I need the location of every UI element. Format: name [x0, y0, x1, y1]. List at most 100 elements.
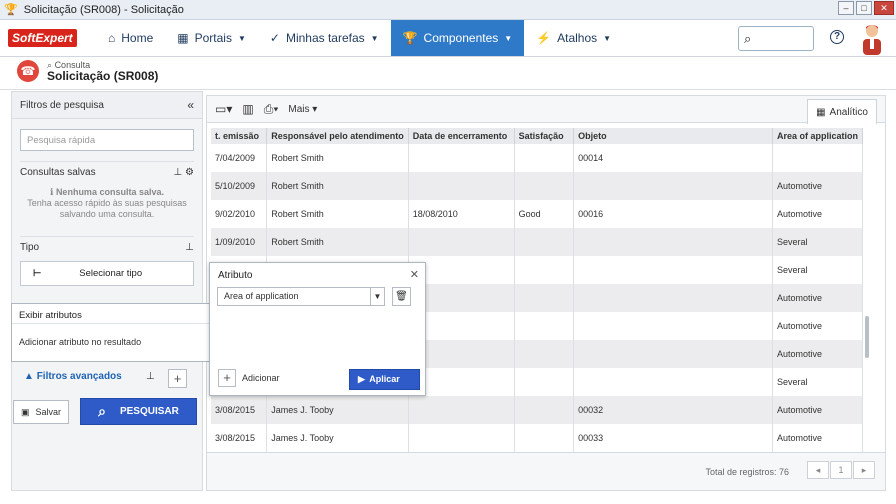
table-row[interactable]: 9/02/2010 Robert Smith 18/08/2010 Good 00016…	[211, 200, 864, 228]
table-row[interactable]: 5/10/2009 Robert Smith Automotive	[211, 172, 864, 200]
col-header[interactable]: t. emissão	[211, 128, 268, 144]
col-header[interactable]: Area of application	[772, 128, 864, 144]
table-cell	[514, 172, 575, 200]
dialog-body: Adicionar atributo no resultado	[19, 337, 142, 347]
tipo-label: Tipo	[20, 241, 40, 253]
table-row[interactable]: 3/08/2015 James J. Tooby 00032 Automotive	[211, 396, 864, 424]
col-header[interactable]: Responsável pelo atendimento	[266, 128, 409, 144]
caret-down-icon: ▼	[237, 33, 246, 43]
trash-icon[interactable]: 🗑	[392, 287, 411, 306]
results-toolbar: ▭▾ ▥ ⎙▾ Mais ▾	[207, 96, 885, 123]
global-search-input[interactable]: ⌕	[738, 26, 814, 51]
view-icon[interactable]: ▭▾	[215, 102, 232, 116]
bolt-icon: ⚡	[536, 31, 552, 45]
page-number[interactable]: 1	[830, 461, 852, 479]
prev-page-button[interactable]: ◂	[807, 461, 829, 479]
print-icon[interactable]: ⎙▾	[264, 102, 279, 117]
pin-icon[interactable]: ⊥	[185, 242, 194, 253]
search-icon: ⌕	[98, 403, 106, 419]
no-saved-queries: Nenhuma consulta salva.	[55, 187, 164, 197]
minimize-button[interactable]: –	[838, 1, 854, 15]
maximize-button[interactable]: □	[856, 1, 872, 15]
table-cell: Robert Smith	[266, 228, 409, 256]
help-icon[interactable]: ?	[830, 30, 844, 44]
attribute-select[interactable]: Area of application ▼	[217, 287, 385, 306]
total-records: Total de registros: 76	[705, 467, 789, 477]
window-title: Solicitação (SR008) - Solicitação	[23, 3, 184, 16]
avatar[interactable]	[860, 23, 884, 55]
table-cell: 7/04/2009	[211, 144, 268, 172]
pin-icon[interactable]: ⊥	[174, 167, 183, 178]
advanced-filters-toggle[interactable]: ▲ Filtros avançados	[24, 371, 122, 382]
table-cell	[573, 228, 773, 256]
select-type-button[interactable]: ⊢ Selecionar tipo	[20, 261, 194, 286]
add-filter-button[interactable]: +	[168, 369, 187, 388]
nav-atalhos[interactable]: ⚡ Atalhos ▼	[524, 20, 623, 56]
col-header[interactable]: Satisfação	[514, 128, 575, 144]
tab-analitico[interactable]: ▦ Analítico	[807, 99, 877, 124]
table-cell	[514, 368, 575, 396]
chevron-down-icon: ▼	[370, 288, 384, 305]
filter-panel: Filtros de pesquisa « Pesquisa rápida Con…	[11, 91, 203, 491]
softexpert-logo[interactable]: SoftExpert	[0, 20, 96, 56]
quick-search-input[interactable]: Pesquisa rápida	[20, 129, 194, 151]
table-cell: 3/08/2015	[211, 396, 268, 424]
caret-down-icon: ▼	[603, 33, 612, 43]
dialog-title: Exibir atributos	[19, 310, 82, 321]
nav-home[interactable]: ⌂ Home	[96, 20, 165, 56]
table-cell: Robert Smith	[266, 200, 409, 228]
add-attribute-button[interactable]: +	[218, 369, 236, 387]
add-label: Adicionar	[242, 373, 280, 383]
table-cell: Robert Smith	[266, 144, 409, 172]
table-row[interactable]: 3/08/2015 James J. Tooby 00033 Automotive	[211, 424, 864, 452]
table-cell: 3/08/2015	[211, 424, 268, 452]
table-cell	[573, 368, 773, 396]
table-icon: ▦	[816, 106, 826, 118]
close-window-button[interactable]: ✕	[874, 1, 894, 15]
check-icon: ✓	[269, 31, 280, 45]
search-button[interactable]: ⌕ PESQUISAR	[80, 398, 197, 425]
filter-panel-title: Filtros de pesquisa	[20, 99, 104, 111]
table-cell: Robert Smith	[266, 172, 409, 200]
table-cell: Automotive	[772, 312, 864, 340]
table-cell: 00032	[573, 396, 773, 424]
table-cell: Several	[772, 256, 864, 284]
table-cell	[514, 340, 575, 368]
display-attributes-dialog: Exibir atributos Adicionar atributo no r…	[11, 303, 211, 362]
table-cell	[573, 256, 773, 284]
table-cell: Automotive	[772, 284, 864, 312]
table-cell: 1/09/2010	[211, 228, 268, 256]
table-cell: Several	[772, 368, 864, 396]
table-cell: 5/10/2009	[211, 172, 268, 200]
headset-icon: ☎	[17, 60, 39, 82]
table-cell	[514, 228, 575, 256]
gear-icon[interactable]: ⚙	[185, 167, 194, 178]
window-titlebar: 🏆 Solicitação (SR008) - Solicitação – □ …	[0, 0, 896, 20]
nav-portais[interactable]: ▦ Portais ▼	[165, 20, 258, 56]
nav-componentes[interactable]: 🏆 Componentes ▼	[390, 20, 525, 56]
close-icon[interactable]: ✕	[410, 268, 419, 281]
col-header[interactable]: Data de encerramento	[408, 128, 515, 144]
pin-icon[interactable]: ⊥	[146, 371, 155, 382]
table-cell	[573, 284, 773, 312]
next-page-button[interactable]: ▸	[853, 461, 875, 479]
chart-icon[interactable]: ▥	[242, 102, 253, 116]
saved-queries-label: Consultas salvas	[20, 166, 96, 178]
table-cell	[514, 256, 575, 284]
table-cell	[408, 228, 515, 256]
nav-minhas-tarefas[interactable]: ✓ Minhas tarefas ▼	[258, 20, 391, 56]
more-menu[interactable]: Mais ▾	[288, 104, 317, 115]
page-title: Solicitação (SR008)	[47, 69, 159, 83]
table-cell: 00033	[573, 424, 773, 452]
saved-hint-2: salvando uma consulta.	[59, 209, 155, 219]
table-row[interactable]: 1/09/2010 Robert Smith Several	[211, 228, 864, 256]
table-cell	[514, 312, 575, 340]
apply-button[interactable]: ▶ Aplicar	[349, 369, 420, 390]
table-row[interactable]: 7/04/2009 Robert Smith 00014	[211, 144, 864, 172]
save-button[interactable]: ▣ Salvar	[13, 400, 69, 424]
vertical-scrollbar[interactable]	[865, 316, 869, 358]
collapse-icon[interactable]: «	[187, 98, 194, 112]
main-nav: SoftExpert ⌂ Home ▦ Portais ▼ ✓ Minhas taref…	[0, 20, 896, 57]
saved-hint-1: Tenha acesso rápido às suas pesquisas	[27, 198, 187, 208]
col-header[interactable]: Objeto	[573, 128, 773, 144]
